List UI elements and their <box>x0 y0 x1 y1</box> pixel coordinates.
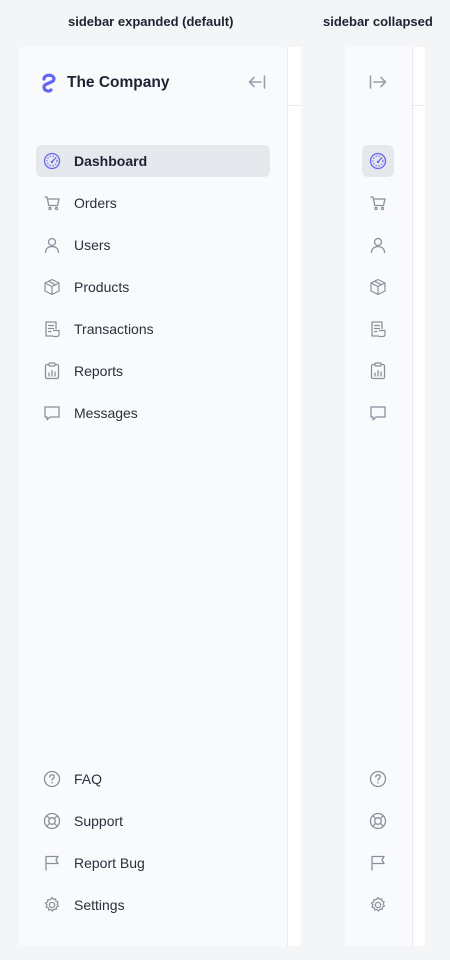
sidebar-item-users[interactable] <box>362 229 394 261</box>
gauge-icon <box>42 151 62 171</box>
receipt-icon <box>368 319 388 339</box>
flag-icon <box>368 853 388 873</box>
company-logo-icon <box>42 73 56 93</box>
brand[interactable]: The Company <box>39 71 169 95</box>
collapsed-sidebar-preview <box>345 47 425 946</box>
sidebar-item-settings[interactable] <box>362 889 394 921</box>
expanded-sidebar-preview: The Company Dashboard Orders Users Products… <box>19 47 301 946</box>
sidebar-item-faq[interactable] <box>362 763 394 795</box>
sidebar-item-orders[interactable]: Orders <box>36 187 270 219</box>
sidebar-item-dashboard[interactable] <box>362 145 394 177</box>
sidebar-item-transactions[interactable] <box>362 313 394 345</box>
gear-icon <box>42 895 62 915</box>
expand-right-icon <box>369 75 387 89</box>
message-icon <box>368 403 388 423</box>
header-divider <box>412 105 425 106</box>
question-icon <box>368 769 388 789</box>
sidebar-item-label: Settings <box>74 897 125 913</box>
sidebar-item-faq[interactable]: FAQ <box>36 763 270 795</box>
sidebar-item-label: Support <box>74 813 124 829</box>
user-icon <box>368 235 388 255</box>
brand-name: The Company <box>67 74 170 91</box>
sidebar-item-label: Report Bug <box>74 855 145 871</box>
caption-expanded: sidebar expanded (default) <box>68 14 234 29</box>
flag-icon <box>42 853 62 873</box>
collapse-sidebar-button[interactable] <box>247 73 267 91</box>
cart-icon <box>42 193 62 213</box>
expand-sidebar-button[interactable] <box>367 73 389 91</box>
lifebuoy-icon <box>42 811 62 831</box>
clipboard-chart-icon <box>368 361 388 381</box>
sidebar-item-users[interactable]: Users <box>36 229 270 261</box>
user-icon <box>42 235 62 255</box>
sidebar-item-label: Users <box>74 237 111 253</box>
gauge-icon <box>368 151 388 171</box>
caption-collapsed: sidebar collapsed <box>323 14 433 29</box>
sidebar-item-dashboard[interactable]: Dashboard <box>36 145 270 177</box>
sidebar-item-reports[interactable]: Reports <box>36 355 270 387</box>
sidebar-item-messages[interactable]: Messages <box>36 397 270 429</box>
sidebar-item-settings[interactable]: Settings <box>36 889 270 921</box>
box-icon <box>42 277 62 297</box>
sidebar-item-label: Messages <box>74 405 138 421</box>
gear-icon <box>368 895 388 915</box>
sidebar-item-label: Products <box>74 279 130 295</box>
sidebar-item-label: Transactions <box>74 321 154 337</box>
receipt-icon <box>42 319 62 339</box>
header-divider <box>287 105 301 106</box>
message-icon <box>42 403 62 423</box>
sidebar-item-report-bug[interactable] <box>362 847 394 879</box>
sidebar-item-products[interactable] <box>362 271 394 303</box>
sidebar-item-transactions[interactable]: Transactions <box>36 313 270 345</box>
box-icon <box>368 277 388 297</box>
lifebuoy-icon <box>368 811 388 831</box>
sidebar-expanded: The Company Dashboard Orders Users Products… <box>19 47 288 946</box>
sidebar-item-products[interactable]: Products <box>36 271 270 303</box>
clipboard-chart-icon <box>42 361 62 381</box>
sidebar-item-label: FAQ <box>74 771 103 787</box>
sidebar-item-reports[interactable] <box>362 355 394 387</box>
sidebar-item-report-bug[interactable]: Report Bug <box>36 847 270 879</box>
sidebar-item-label: Orders <box>74 195 117 211</box>
collapse-left-icon <box>248 75 266 89</box>
sidebar-item-support[interactable]: Support <box>36 805 270 837</box>
cart-icon <box>368 193 388 213</box>
sidebar-collapsed <box>345 47 413 946</box>
sidebar-item-label: Dashboard <box>74 153 148 169</box>
sidebar-item-messages[interactable] <box>362 397 394 429</box>
sidebar-item-label: Reports <box>74 363 124 379</box>
sidebar-item-orders[interactable] <box>362 187 394 219</box>
question-icon <box>42 769 62 789</box>
sidebar-item-support[interactable] <box>362 805 394 837</box>
